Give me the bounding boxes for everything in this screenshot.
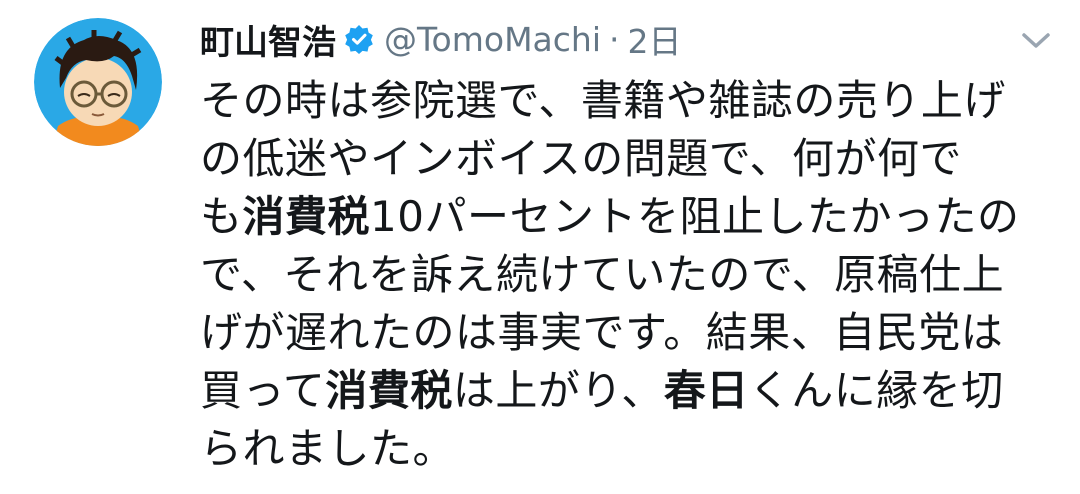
verified-badge-icon (344, 24, 374, 54)
text-segment: も (200, 192, 243, 241)
text-segment: は上がり、 (452, 366, 664, 415)
text-segment: られました。 (200, 424, 456, 473)
chevron-down-icon[interactable] (1018, 28, 1054, 52)
tweet-text-line: 買って消費税は上がり、春日くんに縁を切 (200, 362, 1050, 420)
tweet-header: 町山智浩 @TomoMachi · 2日 (200, 14, 682, 64)
text-segment: で、それを訴え続けていたので、原稿仕上 (200, 250, 1005, 299)
tweet-text-line: げが遅れたのは事実です。結果、自民党は (200, 304, 1050, 362)
avatar[interactable] (34, 18, 162, 146)
tweet-text-line: も消費税10パーセントを阻止したかったの (200, 188, 1050, 246)
text-segment: 買って (200, 366, 326, 415)
tweet: 町山智浩 @TomoMachi · 2日 その時は参院選で、書籍や雑誌の売り上げ… (0, 0, 1080, 494)
tweet-text-line: その時は参院選で、書籍や雑誌の売り上げ (200, 72, 1050, 130)
tweet-text-line: で、それを訴え続けていたので、原稿仕上 (200, 246, 1050, 304)
separator-dot: · (609, 19, 620, 59)
text-segment: その時は参院選で、書籍や雑誌の売り上げ (200, 76, 1006, 125)
text-segment: 10パーセントを阻止したかったの (370, 192, 1020, 241)
text-segment: くんに縁を切 (748, 366, 1004, 415)
tweet-text-line: の低迷やインボイスの問題で、何が何で (200, 130, 1050, 188)
bold-text-segment: 消費税 (325, 366, 453, 415)
avatar-illustration (34, 18, 162, 146)
bold-text-segment: 春日 (663, 366, 749, 415)
user-handle[interactable]: @TomoMachi (384, 20, 601, 59)
display-name[interactable]: 町山智浩 (200, 15, 336, 64)
bold-text-segment: 消費税 (242, 192, 371, 241)
text-segment: の低迷やインボイスの問題で、何が何で (200, 134, 963, 183)
tweet-text-line: られました。 (200, 420, 1050, 478)
timestamp[interactable]: 2日 (628, 15, 682, 63)
text-segment: げが遅れたのは事実です。結果、自民党は (200, 308, 1004, 357)
tweet-text: その時は参院選で、書籍や雑誌の売り上げ の低迷やインボイスの問題で、何が何で も… (200, 72, 1050, 478)
